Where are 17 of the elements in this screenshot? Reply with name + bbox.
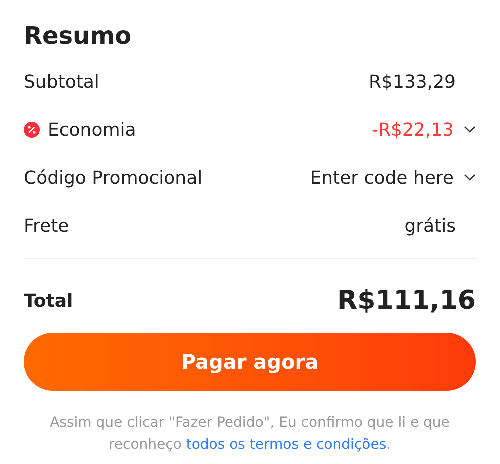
terms-notice: Assim que clicar "Fazer Pedido", Eu confirmo que li e que reconheço todos os termos e condições. <box>49 414 451 455</box>
total-value: R$111,16 <box>338 284 476 318</box>
discount-badge-icon <box>24 122 40 138</box>
row-label: Subtotal <box>24 70 100 94</box>
promo-code-field[interactable]: Enter code here <box>274 164 476 192</box>
discount-toggle[interactable]: -R$22,13 <box>372 116 476 144</box>
pay-now-button[interactable]: Pagar agora <box>24 333 476 391</box>
chevron-icon <box>464 126 476 134</box>
chevron-icon <box>464 174 476 182</box>
row-value: R$133,29 <box>369 70 457 94</box>
summary-title: Resumo <box>24 21 133 52</box>
row-label: Código Promocional <box>24 166 203 190</box>
total-label: Total <box>24 290 74 314</box>
row-label: Economia <box>48 118 136 142</box>
row-label: Frete <box>24 214 70 238</box>
row-value: grátis <box>404 214 457 238</box>
terms-link[interactable]: todos os termos e condições <box>186 437 387 453</box>
